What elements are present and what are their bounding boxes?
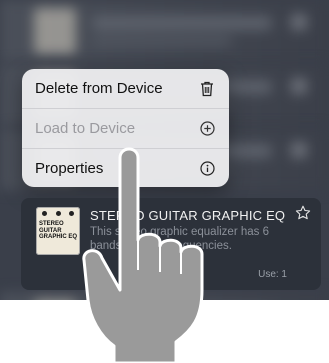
menu-item-label: Load to Device — [35, 119, 136, 137]
pedal-thumbnail: STEREO GUITAR GRAPHIC EQ — [36, 207, 80, 255]
plus-circle-icon — [198, 119, 216, 137]
pedal-thumbnail-label: STEREO GUITAR GRAPHIC EQ — [39, 221, 78, 240]
preset-use-count: Use: 1 — [258, 269, 287, 280]
menu-item-label: Delete from Device — [35, 80, 163, 97]
pointing-hand-icon — [82, 147, 204, 363]
trash-icon — [198, 80, 216, 98]
menu-item-delete-from-device[interactable]: Delete from Device — [22, 69, 229, 108]
star-icon[interactable] — [295, 205, 311, 221]
blurred-preset-row — [0, 0, 329, 62]
